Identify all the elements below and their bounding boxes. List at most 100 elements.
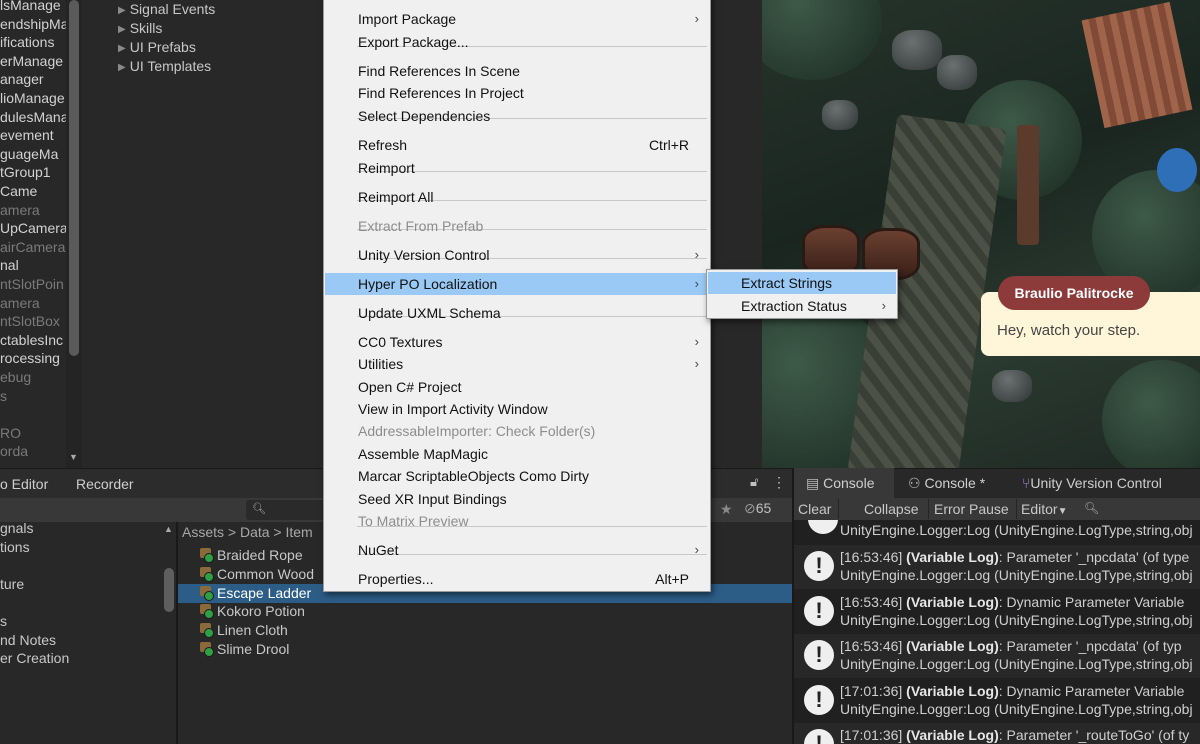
- console-entry[interactable]: ! [17:01:36] (Variable Log): Parameter '_…: [794, 723, 1200, 744]
- tab-recorder[interactable]: Recorder: [76, 476, 134, 492]
- more-options-icon[interactable]: ⋮: [772, 474, 786, 491]
- hierarchy-item[interactable]: RO: [0, 424, 21, 442]
- breadcrumb[interactable]: Assets > Data > Item: [182, 524, 313, 540]
- asset-item[interactable]: Slime Drool: [200, 640, 790, 659]
- menu-item[interactable]: Export Package...: [325, 31, 709, 53]
- tab-editor[interactable]: o Editor: [0, 476, 48, 492]
- favorite-icon[interactable]: ★: [720, 501, 733, 518]
- menu-item[interactable]: Find References In Project: [325, 82, 709, 104]
- menu-item[interactable]: Utilities ›: [325, 353, 709, 375]
- hierarchy-item[interactable]: ebug: [0, 368, 31, 386]
- expand-arrow-icon[interactable]: ▶: [118, 43, 126, 54]
- hierarchy-item[interactable]: guageMa: [0, 145, 58, 163]
- folders-scrollbar[interactable]: ▲: [162, 522, 176, 744]
- menu-item[interactable]: Properties... Alt+P: [325, 568, 709, 590]
- menu-item[interactable]: Open C# Project: [325, 376, 709, 398]
- tab-console-2[interactable]: ⚇ Console *: [908, 475, 985, 492]
- folder-list-item[interactable]: tions: [0, 538, 30, 556]
- scrollbar-thumb[interactable]: [164, 568, 174, 612]
- submenu-item[interactable]: Extraction Status ›: [708, 295, 896, 317]
- menu-item[interactable]: Seed XR Input Bindings: [325, 488, 709, 510]
- menu-shortcut: Alt+P: [655, 571, 689, 587]
- expand-arrow-icon[interactable]: ▶: [118, 5, 126, 16]
- scroll-down-icon[interactable]: ▼: [69, 452, 78, 462]
- menu-item[interactable]: Update UXML Schema: [325, 302, 709, 324]
- folder-list-item[interactable]: nd Notes: [0, 631, 56, 649]
- hierarchy-panel: lsManage endshipMa ifications erManage anage…: [0, 0, 68, 468]
- menu-item[interactable]: Select Dependencies: [325, 105, 709, 127]
- hierarchy-item[interactable]: airCamera: [0, 238, 65, 256]
- scroll-up-icon[interactable]: ▲: [164, 524, 173, 534]
- console-message: [17:01:36] (Variable Log): Parameter '_r…: [840, 727, 1190, 744]
- hierarchy-item[interactable]: ntSlotPoin: [0, 275, 64, 293]
- game-view[interactable]: [762, 0, 1200, 468]
- menu-item[interactable]: Import New Asset...: [325, 0, 709, 3]
- project-tree-item[interactable]: ▶ UI Templates: [118, 57, 211, 78]
- project-tree-item[interactable]: ▶ UI Prefabs: [118, 38, 196, 59]
- console-search-icon[interactable]: 🔍︎: [1084, 501, 1099, 515]
- hierarchy-item[interactable]: tGroup1: [0, 163, 51, 181]
- hierarchy-item[interactable]: evement: [0, 126, 54, 144]
- scrollbar-thumb[interactable]: [69, 0, 79, 356]
- hierarchy-item[interactable]: lioManage: [0, 89, 65, 107]
- clear-button[interactable]: Clear: [798, 501, 831, 517]
- menu-item[interactable]: NuGet ›: [325, 539, 709, 561]
- folder-list-item[interactable]: ture: [0, 575, 24, 593]
- hierarchy-item[interactable]: Came: [0, 182, 37, 200]
- console-entry[interactable]: ! [16:53:46] (Variable Log): Dynamic Para…: [794, 590, 1200, 634]
- hierarchy-scrollbar[interactable]: ▼: [66, 0, 82, 468]
- folder-list-item[interactable]: s: [0, 612, 7, 630]
- hierarchy-item[interactable]: endshipMa: [0, 15, 68, 33]
- menu-item[interactable]: Hyper PO Localization ›: [325, 273, 709, 295]
- expand-arrow-icon[interactable]: ▶: [118, 62, 126, 73]
- submenu-item[interactable]: Extract Strings: [708, 272, 896, 294]
- hierarchy-item[interactable]: ntSlotBox: [0, 312, 60, 330]
- asset-item[interactable]: Linen Cloth: [200, 621, 790, 640]
- project-tree-item[interactable]: ▶ Skills: [118, 19, 162, 40]
- hierarchy-item[interactable]: ctablesInc: [0, 331, 63, 349]
- eye-slash-icon: ⊘: [744, 500, 756, 516]
- menu-item[interactable]: Assemble MapMagic: [325, 443, 709, 465]
- error-pause-button[interactable]: Error Pause: [934, 501, 1009, 517]
- hierarchy-item[interactable]: rocessing: [0, 349, 60, 367]
- hierarchy-item[interactable]: anager: [0, 70, 44, 88]
- item-asset-icon: [200, 548, 214, 563]
- console-trace: UnityEngine.Logger:Log (UnityEngine.LogT…: [840, 656, 1193, 673]
- lock-icon[interactable]: 🔓︎: [750, 474, 758, 490]
- hierarchy-item[interactable]: erManage: [0, 52, 63, 70]
- console-entry[interactable]: ! [17:01:36] (Variable Log): Dynamic Para…: [794, 679, 1200, 723]
- hidden-packages-count[interactable]: ⊘65: [744, 500, 771, 517]
- menu-item[interactable]: Marcar ScriptableObjects Como Dirty: [325, 465, 709, 487]
- menu-item[interactable]: Import Package ›: [325, 8, 709, 30]
- hierarchy-item[interactable]: lsManage: [0, 0, 61, 14]
- item-asset-icon: [200, 642, 214, 657]
- asset-item[interactable]: Kokoro Potion: [200, 602, 790, 621]
- hierarchy-item[interactable]: amera: [0, 294, 40, 312]
- menu-item[interactable]: View in Import Activity Window: [325, 398, 709, 420]
- hierarchy-item[interactable]: UpCamera: [0, 219, 68, 237]
- menu-item: AddressableImporter: Check Folder(s): [325, 420, 709, 442]
- menu-item[interactable]: CC0 Textures ›: [325, 331, 709, 353]
- editor-dropdown[interactable]: Editor▼: [1021, 501, 1067, 517]
- console-entry[interactable]: ! [16:53:46] (Variable Log): Parameter '_…: [794, 634, 1200, 679]
- tab-console[interactable]: ▤ Console: [806, 475, 875, 492]
- hierarchy-item[interactable]: amera: [0, 201, 40, 219]
- menu-item[interactable]: Unity Version Control ›: [325, 244, 709, 266]
- hierarchy-item[interactable]: dulesMana: [0, 108, 68, 126]
- menu-item[interactable]: Reimport All: [325, 186, 709, 208]
- menu-item[interactable]: Reimport: [325, 157, 709, 179]
- menu-item[interactable]: Find References In Scene: [325, 60, 709, 82]
- expand-arrow-icon[interactable]: ▶: [118, 24, 126, 35]
- tab-unity-version-control[interactable]: ⑂Unity Version Control: [1022, 475, 1162, 491]
- hierarchy-item[interactable]: orda: [0, 442, 28, 460]
- folder-list-item[interactable]: er Creation: [0, 649, 69, 667]
- menu-item[interactable]: Refresh Ctrl+R: [325, 134, 709, 156]
- folder-list-item[interactable]: gnals: [0, 519, 33, 537]
- project-tree-item[interactable]: ▶ Signal Events: [118, 0, 215, 21]
- hierarchy-item[interactable]: ifications: [0, 33, 54, 51]
- console-entry[interactable]: ! [16:53:46] (Variable Log): Parameter '_…: [794, 545, 1200, 589]
- hierarchy-item[interactable]: nal: [0, 256, 19, 274]
- panel-background: [710, 0, 762, 468]
- collapse-button[interactable]: Collapse: [864, 501, 918, 517]
- hierarchy-item[interactable]: s: [0, 387, 7, 405]
